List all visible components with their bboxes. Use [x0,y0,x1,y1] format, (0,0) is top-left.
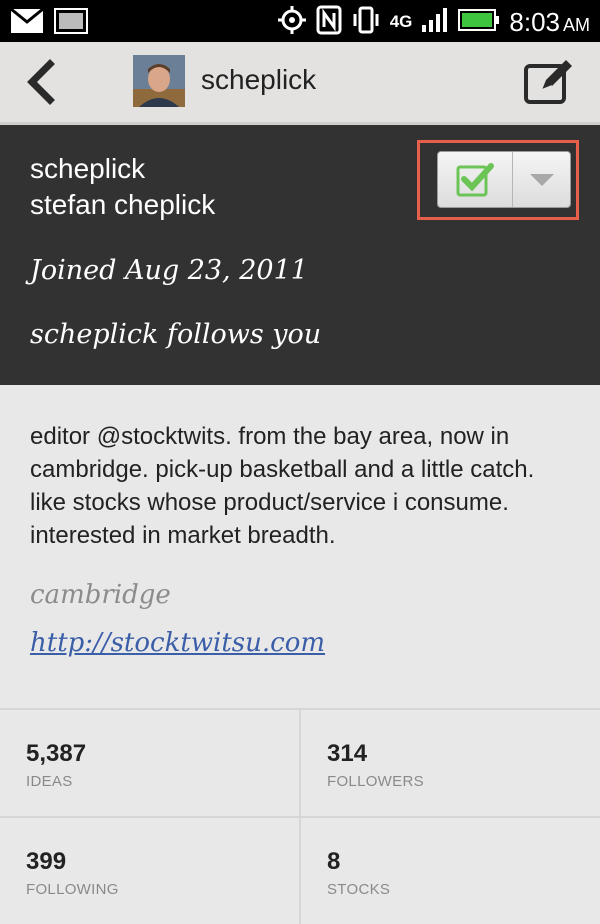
stat-ideas[interactable]: 5,387 IDEAS [0,710,299,816]
profile-location: cambridge [30,580,171,610]
compose-button[interactable] [520,56,578,108]
avatar[interactable] [133,55,185,107]
compose-icon [524,60,572,104]
follows-you-label: scheplick follows you [30,319,322,350]
stat-stocks[interactable]: 8 STOCKS [301,818,600,924]
stat-followers[interactable]: 314 FOLLOWERS [301,710,600,816]
profile-bio: editor @stocktwits. from the bay area, n… [30,423,535,549]
nfc-icon [316,5,342,40]
follow-toggle-button[interactable] [438,152,513,207]
stat-following[interactable]: 399 FOLLOWING [0,818,299,924]
check-icon [456,162,494,196]
stat-label: FOLLOWING [26,881,119,898]
battery-icon [458,8,500,37]
status-bar: 4G 8:03 AM [0,0,600,42]
stat-label: IDEAS [26,773,73,790]
profile-website-link[interactable]: http://stocktwitsu.com [30,628,325,658]
network-type: 4G [389,12,413,31]
vibrate-icon [351,5,381,40]
follow-options-dropdown[interactable] [513,152,570,207]
gallery-icon [54,8,88,39]
follow-button[interactable] [437,151,571,208]
stat-value: 399 [26,848,67,875]
action-bar: scheplick [0,42,600,125]
triangle-down-icon [529,173,554,186]
joined-date: Joined Aug 23, 2011 [30,255,308,286]
profile-username: scheplick [30,153,146,184]
gps-icon [277,5,307,40]
signal-icon [421,7,449,38]
page-title: scheplick [201,64,317,95]
stat-value: 8 [327,848,341,875]
stat-label: STOCKS [327,881,391,898]
gmail-icon [10,7,44,39]
stat-label: FOLLOWERS [327,773,424,790]
back-button[interactable] [18,56,68,108]
stats-grid: 5,387 IDEAS 314 FOLLOWERS 399 FOLLOWING … [0,708,600,924]
clock: 8:03 AM [509,6,590,37]
stat-value: 314 [327,740,368,767]
profile-full-name: stefan cheplick [30,189,216,220]
stat-value: 5,387 [26,740,87,767]
back-chevron-icon [27,59,55,105]
profile-header: scheplick stefan cheplick Joined Aug 23,… [0,125,600,385]
